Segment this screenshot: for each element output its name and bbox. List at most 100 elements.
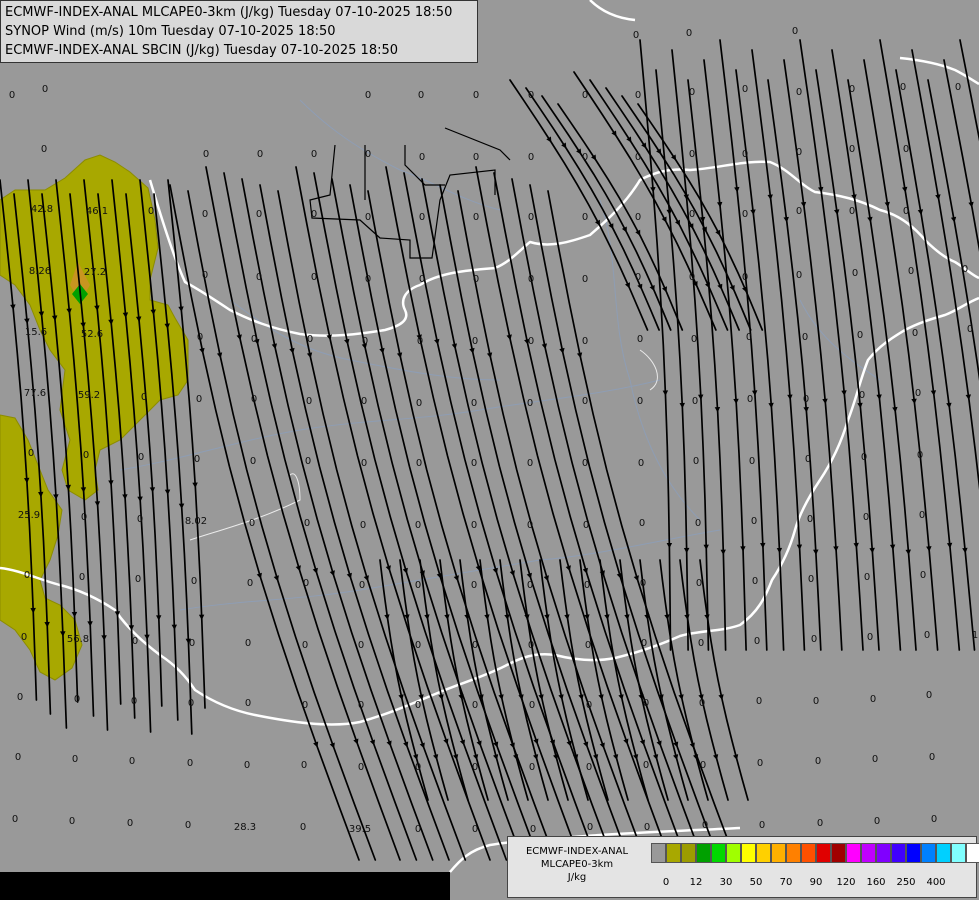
grid-value-label: 0 [203, 149, 209, 160]
legend-swatch [786, 843, 801, 863]
grid-value-label: 0 [244, 760, 250, 771]
grid-value-label: 0 [635, 152, 641, 163]
legend-tick-label: 30 [719, 877, 733, 888]
legend-tick-label: 120 [836, 877, 856, 888]
grid-value-label: 0 [637, 334, 643, 345]
grid-value-label: 0 [28, 448, 34, 459]
header-line-cape: ECMWF-INDEX-ANAL MLCAPE0-3km (J/kg) Tues… [5, 5, 453, 20]
legend-swatch [666, 843, 681, 863]
grid-value-label: 0 [872, 754, 878, 765]
grid-value-label: 0 [698, 638, 704, 649]
grid-value-label: 0 [528, 274, 534, 285]
grid-value-label: 0 [415, 520, 421, 531]
grid-value-label: 0 [796, 270, 802, 281]
grid-value-label: 0 [358, 762, 364, 773]
grid-value-label: 0 [792, 26, 798, 37]
legend-title-source: ECMWF-INDEX-ANAL [525, 846, 629, 857]
grid-value-label: 0 [415, 580, 421, 591]
grid-value-label: 0 [749, 456, 755, 467]
grid-value-label: 0 [17, 692, 23, 703]
grid-value-label: 0 [42, 84, 48, 95]
grid-value-label: 59.2 [78, 390, 100, 401]
grid-value-label: 0 [696, 578, 702, 589]
grid-value-label: 0 [747, 394, 753, 405]
grid-value-label: 0 [752, 576, 758, 587]
legend-swatch [951, 843, 966, 863]
grid-value-label: 0 [857, 330, 863, 341]
grid-value-label: 0 [304, 518, 310, 529]
grid-value-label: 0 [864, 572, 870, 583]
grid-value-label: 0 [861, 452, 867, 463]
grid-value-label: 0 [759, 820, 765, 831]
grid-value-label: 0 [527, 520, 533, 531]
legend-swatch [966, 843, 979, 863]
grid-value-label: 0 [307, 334, 313, 345]
grid-value-label: 0 [637, 396, 643, 407]
grid-value-label: 0 [924, 630, 930, 641]
legend-tick-label: 70 [779, 877, 793, 888]
legend-swatch [651, 843, 666, 863]
legend-tick-label: 90 [809, 877, 823, 888]
grid-value-label: 0 [689, 272, 695, 283]
grid-value-label: 0 [796, 147, 802, 158]
legend-swatch [681, 843, 696, 863]
grid-value-label: 0 [137, 514, 143, 525]
grid-value-label: 0 [415, 762, 421, 773]
grid-value-label: 0 [472, 824, 478, 835]
legend-swatch [756, 843, 771, 863]
legend-tick-label: 0 [662, 877, 670, 888]
grid-value-label: 0 [803, 394, 809, 405]
grid-value-label: 0 [256, 272, 262, 283]
grid-value-label: 0 [639, 518, 645, 529]
legend-swatch [816, 843, 831, 863]
legend-swatch [921, 843, 936, 863]
legend-swatch [741, 843, 756, 863]
legend-tick-label: 250 [896, 877, 916, 888]
grid-value-label: 0 [302, 640, 308, 651]
grid-value-label: 0 [582, 336, 588, 347]
grid-value-label: 0 [815, 756, 821, 767]
grid-value-label: 0 [365, 212, 371, 223]
grid-value-label: 0 [527, 398, 533, 409]
grid-value-label: 0 [742, 149, 748, 160]
grid-value-label: 0 [129, 756, 135, 767]
grid-value-label: 0 [300, 822, 306, 833]
grid-value-label: 0 [416, 398, 422, 409]
grid-value-label: 0 [417, 336, 423, 347]
grid-value-label: 0 [742, 84, 748, 95]
grid-value-label: 0 [189, 638, 195, 649]
grid-value-label: 0 [311, 209, 317, 220]
grid-value-label: 0 [640, 578, 646, 589]
grid-value-label: 52.6 [81, 329, 103, 340]
grid-value-label: 0 [79, 572, 85, 583]
grid-value-label: 0 [303, 578, 309, 589]
grid-value-label: 27.2 [84, 267, 106, 278]
grid-value-label: 0 [582, 90, 588, 101]
grid-value-label: 0 [131, 696, 137, 707]
grid-value-label: 0 [365, 149, 371, 160]
grid-value-label: 0 [849, 144, 855, 155]
grid-value-label: 0 [530, 824, 536, 835]
grid-value-label: 0 [582, 274, 588, 285]
grid-value-label: 0 [644, 822, 650, 833]
grid-value-label: 0 [245, 698, 251, 709]
map-header: ECMWF-INDEX-ANAL MLCAPE0-3km (J/kg) Tues… [0, 0, 478, 63]
legend-swatch [696, 843, 711, 863]
legend-swatch [906, 843, 921, 863]
grid-value-label: 0 [362, 336, 368, 347]
grid-value-label: 0 [926, 690, 932, 701]
grid-value-label: 0 [633, 30, 639, 41]
grid-value-label: 0 [472, 640, 478, 651]
grid-value-label: 0 [528, 212, 534, 223]
grid-value-label: 0 [419, 212, 425, 223]
grid-value-label: 0 [870, 694, 876, 705]
grid-value-label: 0 [813, 696, 819, 707]
grid-value-label: 0 [699, 698, 705, 709]
grid-value-label: 0 [311, 149, 317, 160]
grid-value-label: 0 [751, 516, 757, 527]
grid-value-label: 0 [817, 818, 823, 829]
grid-value-label: 0 [920, 570, 926, 581]
grid-value-label: 0 [527, 580, 533, 591]
grid-value-label: 0 [127, 818, 133, 829]
grid-value-label: 0 [808, 574, 814, 585]
